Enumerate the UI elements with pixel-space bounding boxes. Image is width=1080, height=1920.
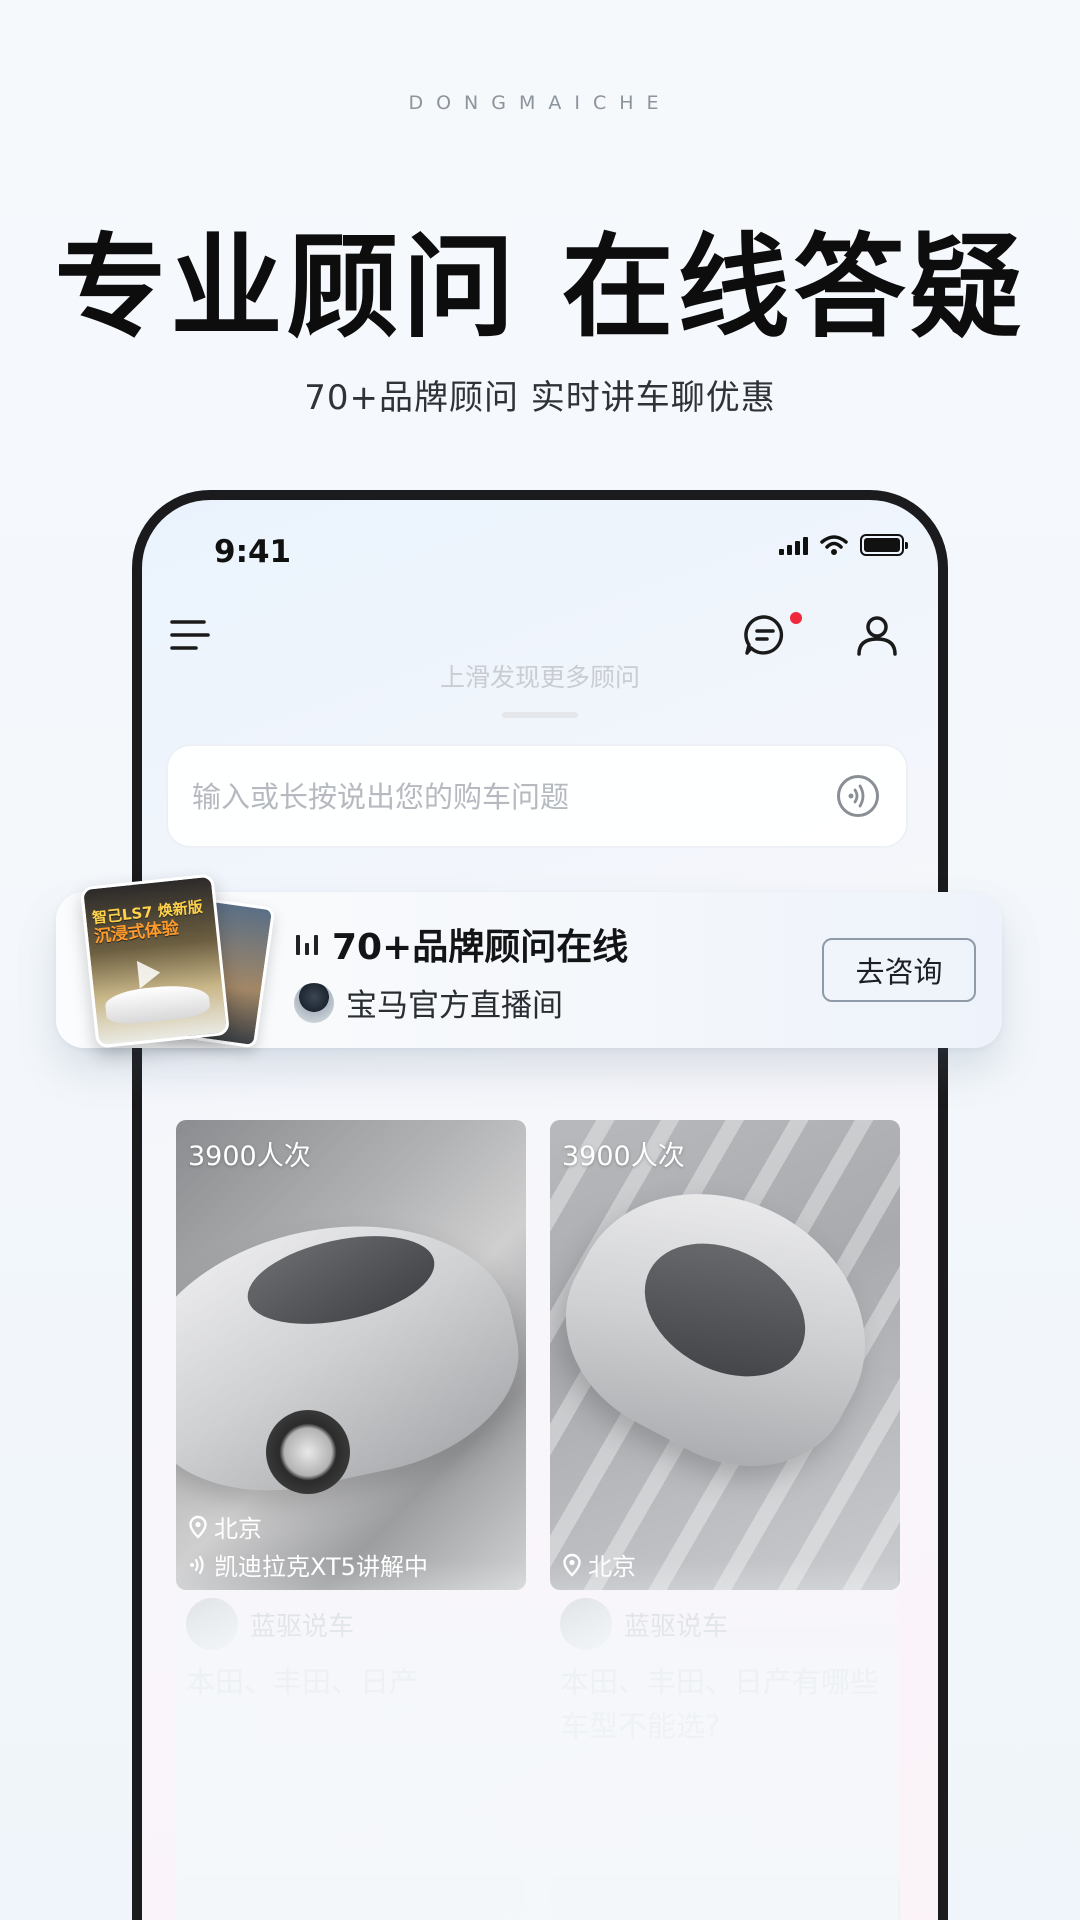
banner-title-row: 70+品牌顾问在线 (296, 918, 628, 970)
card-title: 本田、丰田、日产 (186, 1665, 419, 1699)
card-location: 北京 (188, 1509, 262, 1544)
status-icons (779, 534, 908, 556)
location-icon (563, 1553, 581, 1577)
headline: 专业顾问 在线答疑 (54, 223, 1026, 353)
live-room-name: 宝马官方直播间 (346, 988, 563, 1024)
banner-room-row: 宝马官方直播间 (294, 980, 563, 1025)
cover-thumbnail: 智己LS7 焕新版 沉浸式体验 (79, 873, 231, 1049)
brand-tag: DONGMAICHE (408, 92, 672, 114)
card-author: 蓝驱说车 (550, 1596, 900, 1652)
phone-mockup: 9:41 上滑发现更多顾问 输入或长按说出您的购车问题 3900人次 北京 凯迪… (132, 490, 948, 1920)
author-name: 蓝驱说车 (250, 1611, 355, 1642)
view-count: 3900人次 (188, 1897, 311, 1920)
author-name: 蓝驱说车 (624, 1611, 729, 1642)
live-bars-icon (296, 933, 318, 955)
signal-icon (779, 535, 808, 555)
live-status-label: 凯迪拉克XT5讲解中 (214, 1553, 428, 1581)
wifi-icon (820, 535, 848, 555)
screen: DONGMAICHE 专业顾问 在线答疑 70+品牌顾问 实时讲车聊优惠 9:4… (0, 0, 1080, 1920)
card-image: 3900人次 北京 (176, 1120, 526, 1590)
avatar (560, 1598, 612, 1650)
live-cover-stack[interactable]: 智己LS7 焕新版 沉浸式体验 (79, 872, 276, 1049)
profile-icon[interactable] (854, 612, 900, 658)
swipe-hint: 上滑发现更多顾问 (439, 663, 640, 692)
card-title: 本田、丰田、日产有哪些车型不能选? (560, 1665, 880, 1743)
avatar (294, 982, 334, 1023)
card-image: 3900人次 北京 (550, 1120, 900, 1590)
sound-wave-icon (190, 1555, 204, 1574)
cover-caption: 智己LS7 焕新版 沉浸式体验 (91, 897, 204, 948)
feed-card[interactable] (550, 1876, 900, 1920)
swipe-handle[interactable] (502, 712, 578, 718)
status-time: 9:41 (214, 534, 292, 570)
feed-card[interactable]: 3900人次 (176, 1876, 526, 1920)
feed-card[interactable]: 3900人次 北京 凯迪拉克XT5讲解中 蓝驱说车 本田、丰田、日产 (176, 1120, 526, 1704)
avatar (186, 1598, 238, 1650)
view-count: 3900人次 (562, 1141, 685, 1172)
menu-icon[interactable] (170, 618, 210, 652)
search-input[interactable] (190, 746, 794, 848)
location-label: 北京 (588, 1553, 636, 1581)
car-image (104, 981, 211, 1027)
battery-icon (860, 534, 908, 556)
play-icon (136, 958, 162, 989)
location-icon (189, 1515, 207, 1539)
card-author: 蓝驱说车 (176, 1596, 526, 1652)
feed-card[interactable]: 3900人次 北京 蓝驱说车 本田、丰田、日产有哪些车型不能选? (550, 1120, 900, 1748)
subheadline: 70+品牌顾问 实时讲车聊优惠 (304, 378, 776, 418)
live-advisor-banner[interactable]: 智己LS7 焕新版 沉浸式体验 70+品牌顾问在线 宝马官方直播间 去咨询 (56, 873, 1002, 1049)
banner-title: 70+品牌顾问在线 (332, 927, 629, 968)
location-label: 北京 (214, 1515, 262, 1543)
notification-dot (790, 612, 802, 624)
voice-icon[interactable] (836, 774, 880, 818)
card-location: 北京 (562, 1547, 636, 1582)
chat-icon[interactable] (742, 612, 788, 658)
view-count: 3900人次 (188, 1141, 311, 1172)
consult-button[interactable]: 去咨询 (822, 938, 976, 1002)
live-status: 凯迪拉克XT5讲解中 (188, 1547, 428, 1582)
search-box (166, 744, 908, 848)
advisor-feed: 3900人次 北京 凯迪拉克XT5讲解中 蓝驱说车 本田、丰田、日产 3900人… (176, 1120, 900, 1920)
